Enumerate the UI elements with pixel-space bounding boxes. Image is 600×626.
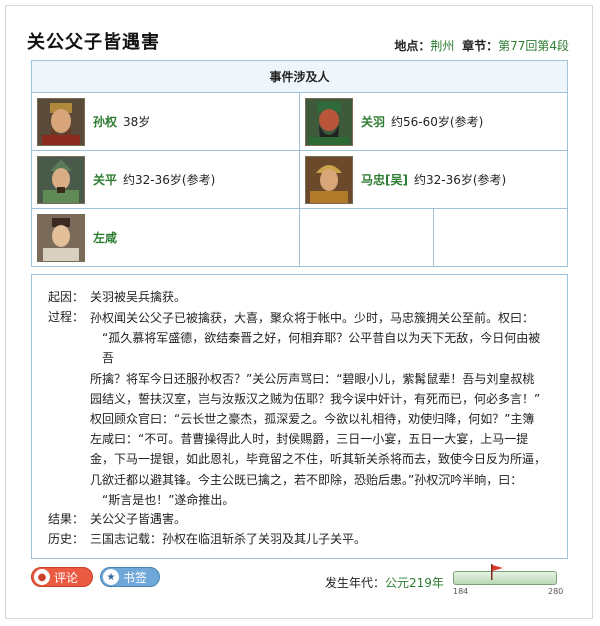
process-line: 左咸曰：“不可。昔曹操得此人时，封侯赐爵，三日一小宴，五日一大宴，上马一提 [90,432,529,447]
comment-label: 评论 [54,570,79,585]
process-line: “斯言是也！”遂命推出。 [102,492,235,507]
event-details: 起因： 关羽被吴兵擒获。 过程： 孙权闻关公父子已被擒获，大喜，聚众将于帐中。少时… [31,274,568,559]
process-line: 金，下马一提银，如此恩礼，毕竟留之不住，听其斩关杀将而去，致使今日反为所逼， [90,452,547,467]
person-age: 约32-36岁(参考) [123,173,216,187]
chapter-label: 章节： [462,39,499,53]
process-line: 所擒？将军今日还服孙权否？”关公厉声骂曰：“碧眼小儿，紫髯鼠辈！吾与刘皇叔桃 [90,371,535,386]
process-line: 几欲迁都以避其锋。今主公既已擒之，若不即除，恐贻后患。”孙权沉吟半晌，曰： [90,472,523,487]
person-name-guan-yu[interactable]: 关羽 [361,113,385,130]
year-readout: 发生年代：公元219年 [325,574,444,591]
history-text: 三国志记载：孙权在临沮斩杀了关羽及其儿子关平。 [90,532,367,546]
person-cell: 孙权 38岁 [31,92,300,151]
year-value: 公元219年 [385,576,444,590]
process-line: 权回顾众官曰：“云长世之豪杰，孤深爱之。今欲以礼相待，劝使归降，何如？”主簿 [90,412,535,427]
result-row: 结果： 关公父子皆遇害。 [48,509,186,529]
portrait-ma-zhong[interactable] [305,155,353,204]
person-age: 约32-36岁(参考) [413,173,507,187]
history-label: 历史： [48,532,85,546]
chapter-link[interactable]: 第77回第4段 [498,39,569,53]
cause-label: 起因： [48,290,85,304]
event-title: 关公父子皆遇害 [27,32,160,53]
process-line: 孙权闻关公父子已被擒获，大喜，聚众将于帐中。少时，马忠簇拥关公至前。权曰： [90,311,535,325]
timeline-min: 184 [453,587,469,596]
process-line: “孤久慕将军盛德，欲结秦晋之好，何相弃耶？公平昔自以为天下无敌，今日何由被吾 [102,331,541,366]
empty-cell [299,208,434,267]
person-name-guan-ping[interactable]: 关平 [93,171,117,188]
comment-button[interactable]: ● 评论 [31,567,93,587]
bookmark-button[interactable]: ★ 书签 [100,567,160,587]
timeline-slider[interactable] [453,571,557,585]
cause-row: 起因： 关羽被吴兵擒获。 [48,287,186,307]
person-age: 约56-60岁(参考) [391,115,484,129]
persons-header: 事件涉及人 [31,60,568,93]
bookmark-label: 书签 [123,570,148,585]
history-row: 历史： 三国志记载：孙权在临沮斩杀了关羽及其儿子关平。 [48,529,366,549]
person-name-ma-zhong[interactable]: 马忠[吴] [361,171,408,188]
comment-icon: ● [34,569,50,585]
persons-table: 事件涉及人 孙权 38岁 关羽 约56-60岁(参考) 关平 约32-36岁(参… [31,60,568,267]
event-meta: 地点：荆州 章节：第77回第4段 [394,37,569,54]
timeline-max: 280 [548,587,564,596]
portrait-sun-quan[interactable] [37,97,85,146]
portrait-guan-ping[interactable] [37,155,85,204]
year-label: 发生年代： [325,576,386,590]
bookmark-icon: ★ [103,569,119,585]
person-cell: 马忠[吴] 约32-36岁(参考) [299,150,568,209]
process-label: 过程： [48,310,85,324]
person-cell: 关羽 约56-60岁(参考) [299,92,568,151]
portrait-guan-yu[interactable] [305,97,353,146]
person-age: 38岁 [123,115,151,129]
process-text: 孙权闻关公父子已被擒获，大喜，聚众将于帐中。少时，马忠簇拥关公至前。权曰： “孤… [90,308,550,510]
portrait-zuo-xian[interactable] [37,213,85,262]
person-cell: 左咸 [31,208,300,267]
cause-text: 关羽被吴兵擒获。 [90,290,187,304]
process-line: 园结义，誓扶汉室，岂与汝叛汉之贼为伍耶？我今误中奸计，有死而已，何必多言！” [90,391,541,406]
place-link[interactable]: 荆州 [430,39,454,53]
place-label: 地点： [394,39,431,53]
empty-cell [433,208,568,267]
result-text: 关公父子皆遇害。 [90,512,187,526]
person-cell: 关平 约32-36岁(参考) [31,150,300,209]
person-name-zuo-xian[interactable]: 左咸 [93,229,117,246]
timeline-flag-icon[interactable] [490,564,504,580]
person-name-sun-quan[interactable]: 孙权 [93,113,117,130]
result-label: 结果： [48,512,85,526]
